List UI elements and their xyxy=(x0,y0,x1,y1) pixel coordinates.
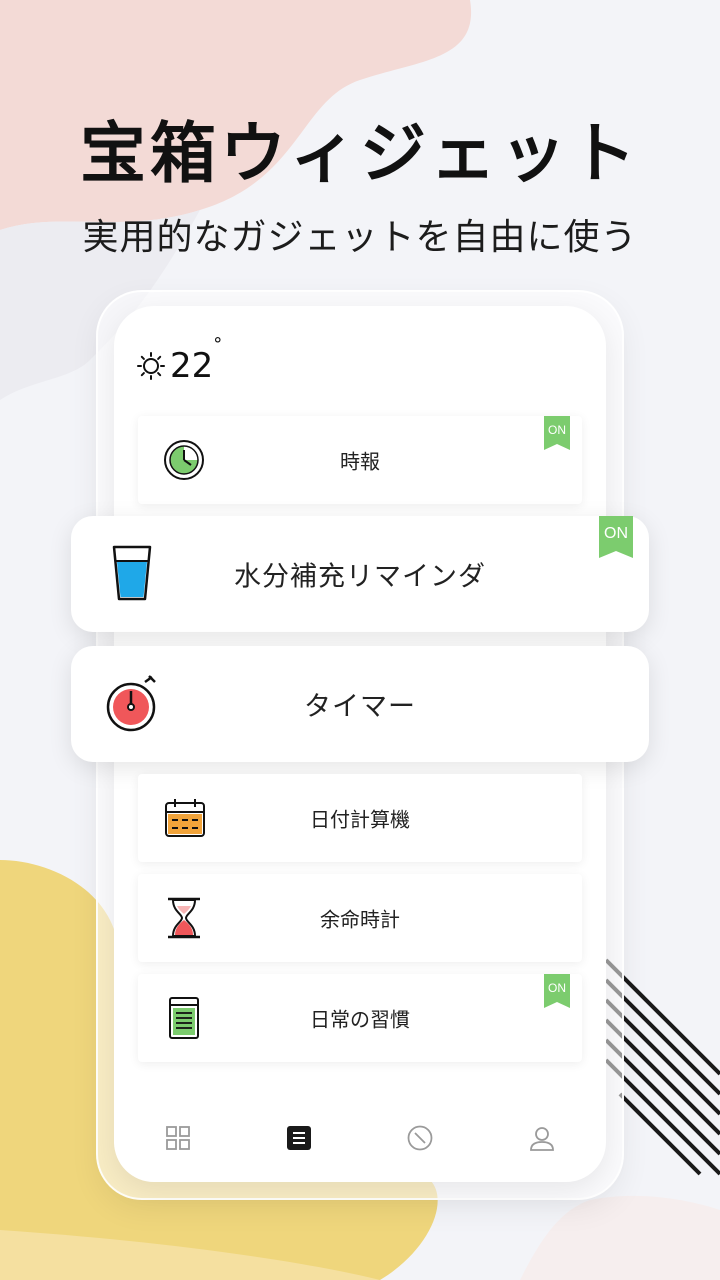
compass-icon xyxy=(407,1125,433,1151)
widget-label: 水分補充リマインダ xyxy=(234,561,486,593)
on-badge: ON xyxy=(544,974,570,1008)
profile-icon xyxy=(530,1127,554,1151)
widget-label: 日付計算機 xyxy=(310,807,410,832)
weather-widget[interactable]: 22° xyxy=(136,334,223,388)
widget-label: 余命時計 xyxy=(320,907,400,932)
nav-list-tab[interactable] xyxy=(285,1124,313,1152)
degree-symbol: ° xyxy=(213,334,223,355)
widget-card-life-clock[interactable]: 余命時計 xyxy=(138,874,582,962)
on-badge-label: ON xyxy=(548,423,566,437)
on-badge: ON xyxy=(544,416,570,450)
widget-card-daily-habits[interactable]: 日常の習慣 ON xyxy=(138,974,582,1062)
widget-card-water-reminder[interactable]: 水分補充リマインダ ON xyxy=(71,516,649,632)
widget-card-hourly-chime[interactable]: 時報 ON xyxy=(138,416,582,504)
on-badge-label: ON xyxy=(604,525,628,542)
grid-icon xyxy=(166,1126,190,1150)
list-icon xyxy=(287,1126,311,1150)
temperature-value: 22° xyxy=(170,334,223,386)
widget-label: タイマー xyxy=(304,691,416,723)
on-badge: ON xyxy=(599,516,633,558)
widget-label: 日常の習慣 xyxy=(310,1007,410,1032)
subheadline: 実用的なガジェットを自由に使う xyxy=(82,217,638,258)
widget-card-date-calculator[interactable]: 日付計算機 xyxy=(138,774,582,862)
widget-label: 時報 xyxy=(340,449,380,474)
nav-grid-tab[interactable] xyxy=(164,1124,192,1152)
bottom-nav xyxy=(114,1110,606,1166)
sun-icon xyxy=(137,352,165,380)
on-badge-label: ON xyxy=(548,981,566,995)
nav-compass-tab[interactable] xyxy=(406,1124,434,1152)
headline: 宝箱ウィジェット xyxy=(80,115,640,192)
widget-card-timer[interactable]: タイマー xyxy=(71,646,649,762)
nav-profile-tab[interactable] xyxy=(528,1124,556,1152)
